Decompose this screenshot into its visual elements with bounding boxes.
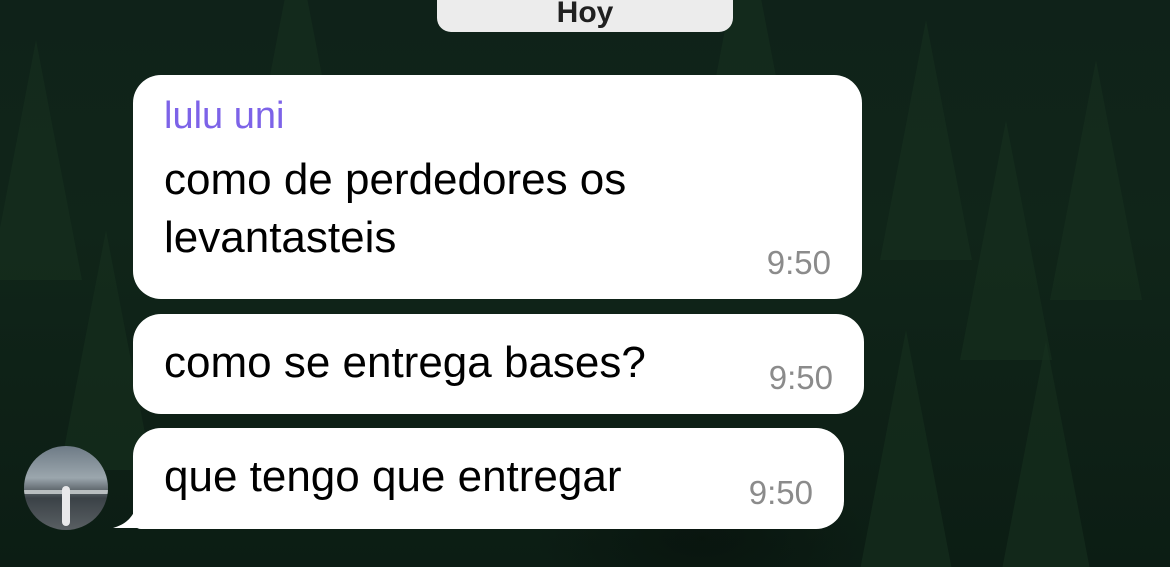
message-bubble[interactable]: lulu uni como de perdedores os levantast… bbox=[133, 75, 862, 299]
message-text: como se entrega bases? bbox=[164, 338, 646, 387]
sender-name[interactable]: lulu uni bbox=[164, 95, 284, 138]
avatar[interactable] bbox=[24, 446, 108, 530]
message-time: 9:50 bbox=[766, 244, 831, 281]
background-tree bbox=[960, 120, 1052, 360]
message-bubble[interactable]: que tengo que entregar 9:50 bbox=[133, 428, 844, 529]
date-separator: Hoy bbox=[437, 0, 733, 32]
background-tree bbox=[1000, 340, 1092, 567]
background-tree bbox=[880, 20, 972, 260]
message-text: que tengo que entregar bbox=[164, 452, 622, 501]
message-bubble[interactable]: como se entrega bases? 9:50 bbox=[133, 314, 864, 414]
background-tree bbox=[860, 330, 952, 567]
message-time: 9:50 bbox=[748, 474, 813, 511]
avatar-figure bbox=[62, 486, 70, 526]
message-time: 9:50 bbox=[768, 359, 833, 396]
message-text: como de perdedores os levantasteis bbox=[164, 155, 627, 262]
background-tree bbox=[1050, 60, 1142, 300]
